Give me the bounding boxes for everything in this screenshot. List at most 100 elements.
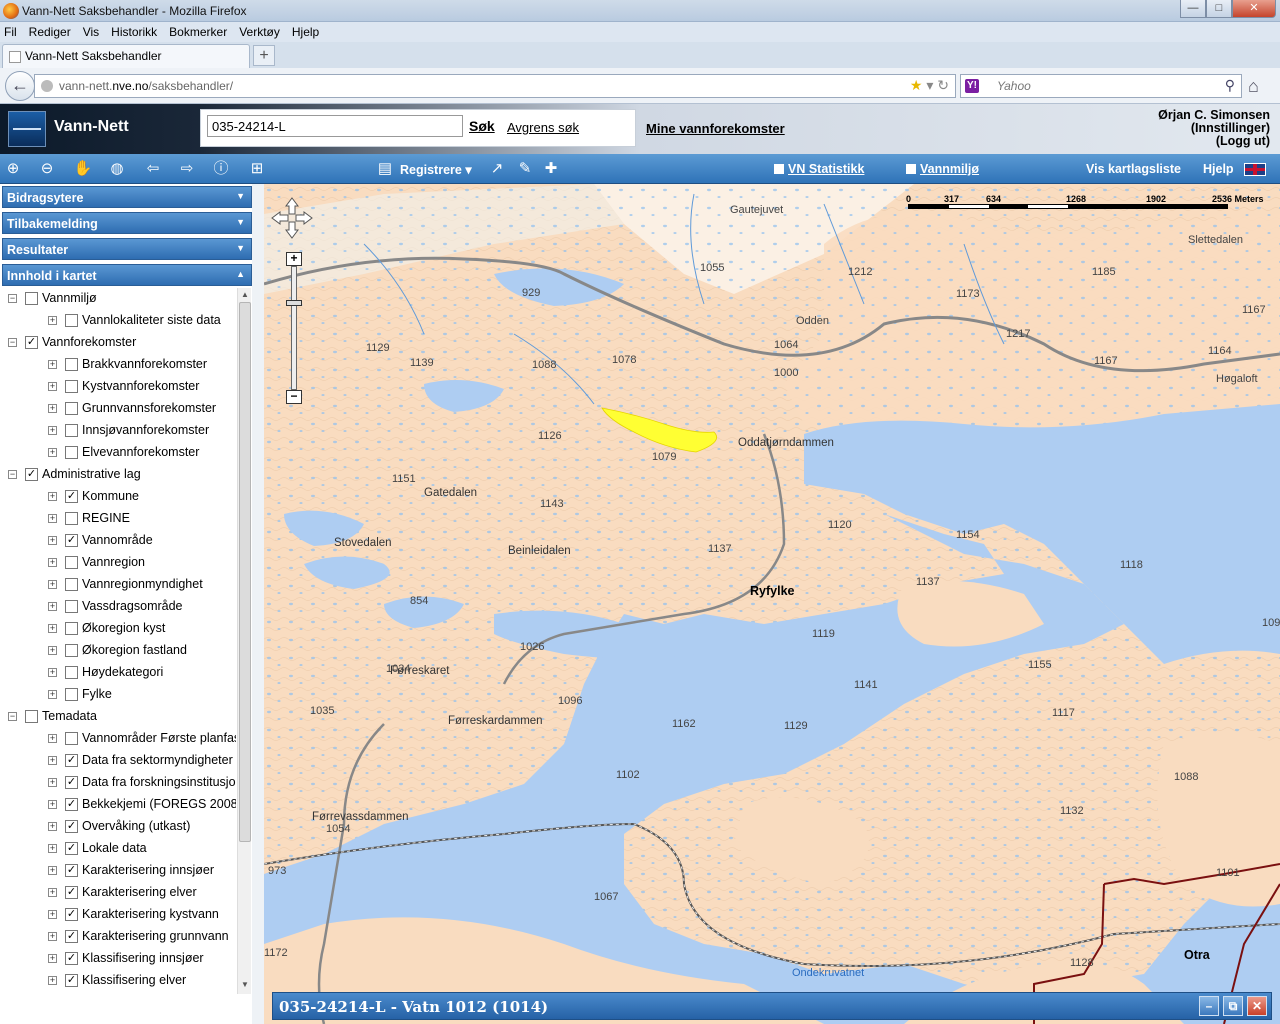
layer-label[interactable]: Lokale data bbox=[82, 841, 147, 855]
panel-minimize-button[interactable]: – bbox=[1199, 996, 1219, 1016]
layer-label[interactable]: Karakterisering grunnvann bbox=[82, 929, 229, 943]
expand-icon[interactable]: + bbox=[48, 953, 57, 963]
expand-icon[interactable]: + bbox=[48, 623, 57, 633]
map-zoom-in-button[interactable]: + bbox=[286, 252, 302, 266]
accordion-tilbakemelding[interactable]: Tilbakemelding ▼ bbox=[2, 212, 252, 234]
layer-checkbox[interactable]: ✓ bbox=[65, 489, 78, 503]
layer-checkbox[interactable]: ✓ bbox=[65, 973, 78, 987]
layer-checkbox[interactable] bbox=[65, 687, 78, 701]
my-waterbodies-link[interactable]: Mine vannforekomster bbox=[646, 121, 785, 136]
expand-icon[interactable]: + bbox=[48, 733, 57, 743]
layer-checkbox[interactable] bbox=[65, 621, 78, 635]
layer-label[interactable]: Fylke bbox=[82, 687, 112, 701]
pan-control-icon[interactable] bbox=[270, 196, 314, 240]
search-input[interactable] bbox=[207, 115, 463, 137]
layer-label[interactable]: Administrative lag bbox=[42, 467, 141, 481]
add-user-icon[interactable]: ✚ bbox=[540, 159, 562, 179]
layer-checkbox[interactable]: ✓ bbox=[65, 533, 78, 547]
zoom-track[interactable] bbox=[291, 266, 297, 390]
measure-icon[interactable]: ⊞ bbox=[246, 159, 268, 179]
menu-file[interactable]: Fil bbox=[4, 25, 17, 39]
layer-checkbox[interactable] bbox=[65, 379, 78, 393]
minimize-button[interactable]: — bbox=[1180, 0, 1206, 18]
expand-icon[interactable]: + bbox=[48, 447, 57, 457]
english-flag-icon[interactable] bbox=[1244, 163, 1266, 176]
layer-checkbox[interactable]: ✓ bbox=[65, 907, 78, 921]
layer-label[interactable]: Overvåking (utkast) bbox=[82, 819, 190, 833]
layer-label[interactable]: Bekkekjemi (FOREGS 2008) bbox=[82, 797, 236, 811]
layer-label[interactable]: Kystvannforekomster bbox=[82, 379, 199, 393]
expand-icon[interactable]: + bbox=[48, 601, 57, 611]
zoom-out-icon[interactable]: ⊖ bbox=[36, 159, 58, 179]
vannmiljo-link[interactable]: Vannmiljø bbox=[906, 162, 979, 176]
feature-info-panel[interactable]: 035-24214-L - Vatn 1012 (1014) – ⧉ ✕ bbox=[272, 992, 1272, 1020]
register-menu[interactable]: Registrere ▾ bbox=[400, 162, 472, 177]
layer-checkbox[interactable]: ✓ bbox=[65, 951, 78, 965]
expand-icon[interactable]: + bbox=[48, 403, 57, 413]
expand-icon[interactable]: + bbox=[48, 799, 57, 809]
search-icon[interactable]: ⚲ bbox=[1225, 77, 1235, 94]
layer-tree-scrollbar[interactable]: ▲ ▼ bbox=[237, 288, 251, 994]
expand-icon[interactable]: + bbox=[48, 425, 57, 435]
layer-checkbox[interactable] bbox=[65, 401, 78, 415]
menu-tools[interactable]: Verktøy bbox=[239, 25, 280, 39]
expand-icon[interactable]: + bbox=[48, 931, 57, 941]
expand-icon[interactable]: + bbox=[48, 821, 57, 831]
collapse-icon[interactable]: − bbox=[8, 293, 17, 303]
close-window-button[interactable]: ✕ bbox=[1232, 0, 1276, 18]
expand-icon[interactable]: + bbox=[48, 777, 57, 787]
bookmark-star-icon[interactable]: ★ bbox=[910, 77, 923, 93]
reload-icon[interactable]: ↻ bbox=[937, 77, 949, 93]
forward-arrow-icon[interactable]: ⇨ bbox=[176, 159, 198, 179]
layer-label[interactable]: Data fra forskningsinstitusjoner bbox=[82, 775, 236, 789]
back-button[interactable]: ← bbox=[5, 71, 35, 101]
tab-vann-nett[interactable]: Vann-Nett Saksbehandler bbox=[2, 44, 250, 68]
layer-label[interactable]: Karakterisering kystvann bbox=[82, 907, 219, 921]
layer-checkbox[interactable] bbox=[25, 709, 38, 723]
menu-view[interactable]: Vis bbox=[83, 25, 99, 39]
menu-history[interactable]: Historikk bbox=[111, 25, 157, 39]
layer-checkbox[interactable]: ✓ bbox=[65, 885, 78, 899]
layer-checkbox[interactable] bbox=[65, 511, 78, 525]
expand-icon[interactable]: + bbox=[48, 315, 57, 325]
vn-statistikk-link[interactable]: VN Statistikk bbox=[774, 162, 864, 176]
layer-label[interactable]: Økoregion kyst bbox=[82, 621, 165, 635]
layer-checkbox[interactable]: ✓ bbox=[25, 467, 38, 481]
layer-label[interactable]: Vannregion bbox=[82, 555, 145, 569]
expand-icon[interactable]: + bbox=[48, 535, 57, 545]
layer-checkbox[interactable]: ✓ bbox=[65, 797, 78, 811]
logout-link[interactable]: (Logg ut) bbox=[1158, 135, 1270, 148]
accordion-resultater[interactable]: Resultater ▼ bbox=[2, 238, 252, 260]
expand-icon[interactable]: + bbox=[48, 381, 57, 391]
expand-icon[interactable]: + bbox=[48, 579, 57, 589]
layer-checkbox[interactable] bbox=[65, 445, 78, 459]
dropdown-arrow-icon[interactable]: ▾ bbox=[926, 77, 933, 93]
layer-checkbox[interactable]: ✓ bbox=[65, 775, 78, 789]
expand-icon[interactable]: + bbox=[48, 513, 57, 523]
layer-checkbox[interactable]: ✓ bbox=[65, 841, 78, 855]
back-arrow-icon[interactable]: ⇦ bbox=[142, 159, 164, 179]
layer-label[interactable]: Temadata bbox=[42, 709, 97, 723]
refine-search-link[interactable]: Avgrens søk bbox=[507, 120, 579, 135]
layer-checkbox[interactable]: ✓ bbox=[25, 335, 38, 349]
layer-checkbox[interactable]: ✓ bbox=[65, 929, 78, 943]
collapse-icon[interactable]: − bbox=[8, 469, 17, 479]
layer-label[interactable]: Høydekategori bbox=[82, 665, 163, 679]
layer-label[interactable]: Innsjøvannforekomster bbox=[82, 423, 209, 437]
layer-checkbox[interactable] bbox=[65, 731, 78, 745]
expand-icon[interactable]: + bbox=[48, 843, 57, 853]
expand-icon[interactable]: + bbox=[48, 865, 57, 875]
scroll-up-icon[interactable]: ▲ bbox=[238, 290, 252, 302]
zoom-thumb[interactable] bbox=[286, 300, 302, 306]
layer-label[interactable]: Karakterisering innsjøer bbox=[82, 863, 214, 877]
layer-label[interactable]: Vannområde bbox=[82, 533, 153, 547]
layer-label[interactable]: Økoregion fastland bbox=[82, 643, 187, 657]
layer-label[interactable]: Data fra sektormyndigheter bbox=[82, 753, 233, 767]
layer-checkbox[interactable] bbox=[65, 577, 78, 591]
expand-icon[interactable]: + bbox=[48, 557, 57, 567]
scroll-down-icon[interactable]: ▼ bbox=[238, 980, 252, 992]
help-link[interactable]: Hjelp bbox=[1203, 162, 1234, 176]
search-engine-input[interactable]: Y! Yahoo ⚲ bbox=[960, 74, 1242, 98]
new-tab-button[interactable]: + bbox=[253, 45, 275, 66]
expand-icon[interactable]: + bbox=[48, 689, 57, 699]
